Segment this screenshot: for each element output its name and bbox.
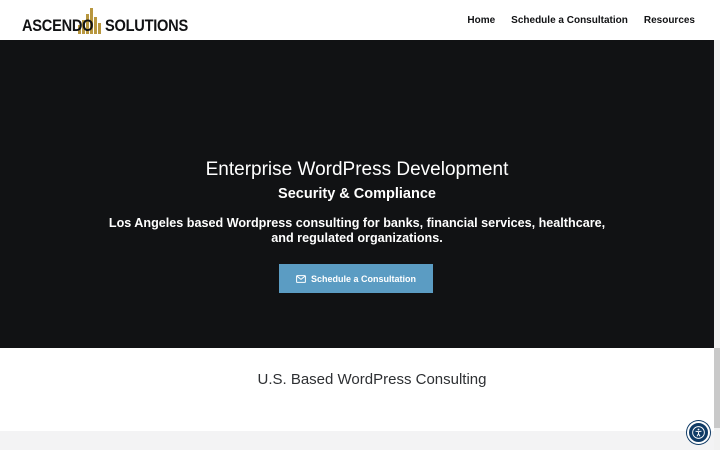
hero-subtitle: Security & Compliance (278, 186, 436, 202)
page-scrollbar[interactable] (714, 40, 720, 450)
envelope-icon (296, 274, 306, 283)
schedule-consultation-label: Schedule a Consultation (310, 273, 416, 284)
hero-title: Enterprise WordPress Development (205, 159, 509, 180)
nav-schedule-consultation[interactable]: Schedule a Consultation (511, 15, 628, 26)
accessibility-button[interactable] (687, 421, 710, 444)
hero-section: Enterprise WordPress Development Securit… (0, 40, 714, 348)
schedule-consultation-button[interactable]: Schedule a Consultation (279, 264, 433, 293)
logo-word-solutions: SOLUTIONS (105, 16, 189, 35)
hero-description: Los Angeles based Wordpress consulting f… (108, 216, 606, 245)
nav-resources[interactable]: Resources (644, 15, 695, 26)
logo-word-ascendo: ASCENDO (22, 16, 94, 35)
site-header: ASCENDO SOLUTIONS Home Schedule a Consul… (0, 0, 720, 40)
accessibility-icon (692, 426, 705, 439)
next-section-band (0, 431, 714, 450)
site-logo[interactable]: ASCENDO SOLUTIONS (22, 8, 189, 35)
main-nav: Home Schedule a Consultation Resources (467, 0, 695, 40)
section-title: U.S. Based WordPress Consulting (257, 371, 487, 388)
nav-home[interactable]: Home (467, 15, 495, 26)
scrollbar-thumb[interactable] (714, 348, 720, 428)
